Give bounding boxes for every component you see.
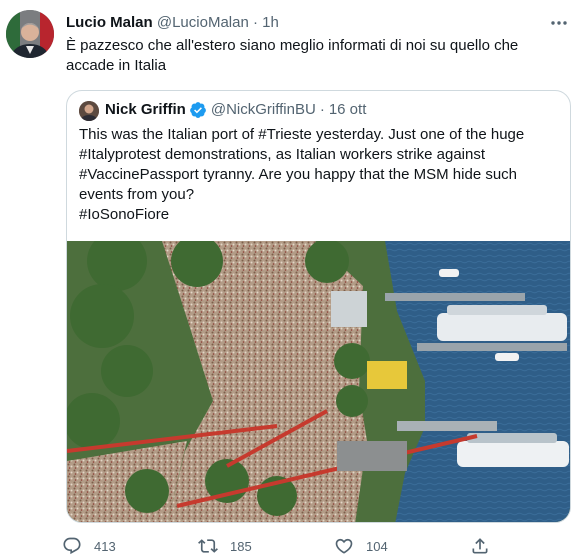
tweet-time[interactable]: 1h [262, 14, 279, 31]
more-icon[interactable] [549, 14, 569, 32]
quoted-author-handle[interactable]: @NickGriffinBU [211, 100, 316, 120]
author-handle[interactable]: @LucioMalan [157, 14, 249, 31]
quoted-author-avatar[interactable] [79, 101, 99, 121]
like-count: 104 [366, 538, 388, 554]
quoted-text-line: #IoSonoFiore [79, 206, 170, 223]
separator-dot: · [319, 101, 325, 118]
separator-dot: · [252, 14, 258, 31]
quoted-photo[interactable] [67, 241, 570, 522]
tweet-header: Lucio Malan @LucioMalan · 1h [66, 13, 567, 33]
retweet-icon [198, 536, 218, 556]
quoted-text-line: #VaccinePassport tyranny. Are you happy … [79, 166, 518, 183]
share-button[interactable] [470, 535, 490, 557]
quoted-author-name[interactable]: Nick Griffin [105, 100, 186, 120]
quoted-text-line: events from you? [79, 186, 195, 203]
author-name[interactable]: Lucio Malan [66, 14, 153, 31]
quoted-text-line: This was the Italian port of #Trieste ye… [79, 126, 525, 143]
reply-icon [62, 536, 82, 556]
quoted-text: This was the Italian port of #Trieste ye… [79, 125, 559, 225]
author-avatar[interactable] [6, 10, 54, 58]
quoted-text-line: #Italyprotest demonstrations, as Italian… [79, 146, 486, 163]
like-button[interactable]: 104 [334, 535, 388, 557]
reply-button[interactable]: 413 [62, 535, 116, 557]
quoted-tweet[interactable]: Nick Griffin @NickGriffinBU · 16 ott Thi… [66, 90, 571, 523]
heart-icon [334, 536, 354, 556]
verified-badge-icon [189, 101, 207, 119]
share-icon [470, 536, 490, 556]
retweet-count: 185 [230, 538, 252, 554]
quoted-date[interactable]: 16 ott [329, 100, 367, 120]
quoted-header: Nick Griffin @NickGriffinBU · 16 ott [105, 100, 366, 120]
tweet[interactable]: Lucio Malan @LucioMalan · 1h È pazzesco … [0, 0, 579, 559]
reply-count: 413 [94, 538, 116, 554]
tweet-actions: 413 185 104 [62, 535, 522, 557]
tweet-text: È pazzesco che all'estero siano meglio i… [66, 37, 519, 74]
retweet-button[interactable]: 185 [198, 535, 252, 557]
